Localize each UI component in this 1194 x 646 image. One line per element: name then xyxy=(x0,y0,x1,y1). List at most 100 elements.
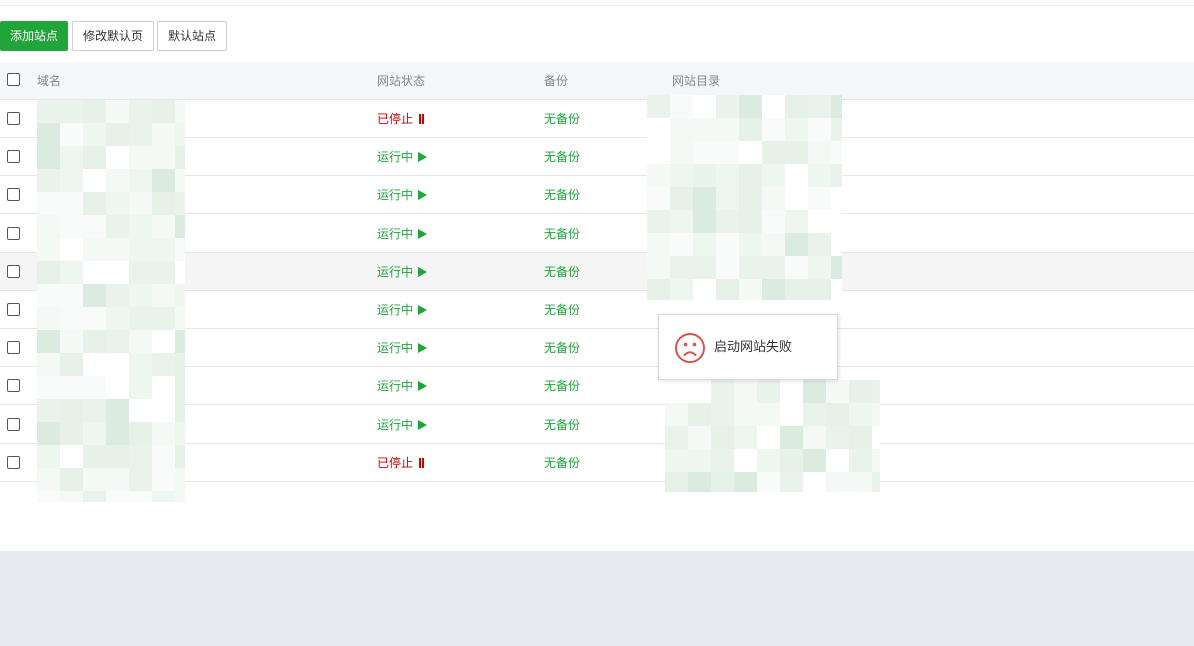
mosaic-tile xyxy=(37,238,60,261)
error-toast: 启动网站失败 xyxy=(658,314,838,380)
site-status[interactable]: 运行中 xyxy=(377,378,428,394)
mosaic-tile xyxy=(152,215,175,238)
row-checkbox[interactable] xyxy=(7,303,20,316)
mosaic-tile xyxy=(129,284,152,307)
mosaic-tile xyxy=(757,472,780,492)
mosaic-tile xyxy=(688,380,711,403)
mosaic-tile xyxy=(129,422,152,445)
mosaic-tile xyxy=(762,187,785,210)
mosaic-tile xyxy=(106,284,129,307)
backup-status[interactable]: 无备份 xyxy=(544,226,580,242)
mosaic-tile xyxy=(739,164,762,187)
mosaic-tile xyxy=(60,215,83,238)
mosaic-tile xyxy=(83,284,106,307)
mosaic-tile xyxy=(83,330,106,353)
mosaic-tile xyxy=(60,376,83,399)
sad-face-icon xyxy=(675,333,705,363)
mosaic-tile xyxy=(716,279,739,300)
backup-status[interactable]: 无备份 xyxy=(544,340,580,356)
mosaic-tile xyxy=(152,123,175,146)
mosaic-tile xyxy=(106,353,129,376)
mosaic-tile xyxy=(688,449,711,472)
site-status[interactable]: 已停止 xyxy=(377,111,425,127)
mosaic-tile xyxy=(762,210,785,233)
mosaic-tile xyxy=(129,491,152,502)
mosaic-tile xyxy=(762,95,785,118)
mosaic-tile xyxy=(780,403,803,426)
mosaic-tile xyxy=(647,210,670,233)
mosaic-tile xyxy=(872,403,880,426)
mosaic-tile xyxy=(37,491,60,502)
backup-status[interactable]: 无备份 xyxy=(544,264,580,280)
site-status[interactable]: 运行中 xyxy=(377,302,428,318)
mosaic-tile xyxy=(647,279,670,300)
mosaic-tile xyxy=(175,445,185,468)
mosaic-tile xyxy=(849,380,872,403)
site-status[interactable]: 运行中 xyxy=(377,417,428,433)
mosaic-tile xyxy=(60,100,83,123)
mosaic-tile xyxy=(849,426,872,449)
backup-status[interactable]: 无备份 xyxy=(544,302,580,318)
mosaic-tile xyxy=(739,210,762,233)
row-checkbox[interactable] xyxy=(7,379,20,393)
mosaic-tile xyxy=(106,215,129,238)
mosaic-tile xyxy=(670,187,693,210)
mosaic-tile xyxy=(872,449,880,472)
site-status[interactable]: 运行中 xyxy=(377,226,428,242)
row-checkbox[interactable] xyxy=(7,112,20,125)
row-checkbox[interactable] xyxy=(7,341,20,355)
mosaic-tile xyxy=(106,238,129,261)
row-checkbox[interactable] xyxy=(7,455,20,469)
mosaic-tile xyxy=(670,210,693,233)
backup-status[interactable]: 无备份 xyxy=(544,149,580,165)
column-header-backup[interactable]: 备份 xyxy=(544,73,568,89)
mosaic-tile xyxy=(716,233,739,256)
backup-status[interactable]: 无备份 xyxy=(544,417,580,433)
mosaic-tile xyxy=(129,169,152,192)
row-checkbox[interactable] xyxy=(7,150,20,164)
mosaic-tile xyxy=(757,403,780,426)
column-header-directory[interactable]: 网站目录 xyxy=(672,73,720,89)
backup-status[interactable]: 无备份 xyxy=(544,111,580,127)
mosaic-tile xyxy=(175,169,185,192)
site-status[interactable]: 已停止 xyxy=(377,455,425,471)
column-header-status[interactable]: 网站状态 xyxy=(377,73,425,89)
row-checkbox[interactable] xyxy=(7,226,20,240)
mosaic-tile xyxy=(670,118,693,141)
mosaic-tile xyxy=(129,146,152,169)
mosaic-tile xyxy=(826,426,849,449)
mosaic-tile xyxy=(831,233,842,256)
mosaic-tile xyxy=(175,123,185,146)
site-status[interactable]: 运行中 xyxy=(377,187,428,203)
pause-icon xyxy=(418,114,425,124)
mosaic-tile xyxy=(83,215,106,238)
play-icon xyxy=(418,266,428,277)
add-site-button[interactable]: 添加站点 xyxy=(0,21,68,51)
mosaic-tile xyxy=(808,256,831,279)
mosaic-tile xyxy=(831,95,842,118)
play-icon xyxy=(418,228,428,239)
mosaic-tile xyxy=(716,256,739,279)
mosaic-tile xyxy=(808,187,831,210)
mosaic-tile xyxy=(37,376,60,399)
row-checkbox[interactable] xyxy=(7,188,20,202)
mosaic-tile xyxy=(152,238,175,261)
mosaic-tile xyxy=(152,445,175,468)
mosaic-tile xyxy=(808,210,831,233)
select-all-checkbox[interactable] xyxy=(7,73,20,86)
mosaic-tile xyxy=(647,187,670,210)
site-status[interactable]: 运行中 xyxy=(377,149,428,165)
row-checkbox[interactable] xyxy=(7,264,20,278)
mosaic-tile xyxy=(665,472,688,492)
edit-default-page-button[interactable]: 修改默认页 xyxy=(72,21,154,51)
backup-status[interactable]: 无备份 xyxy=(544,378,580,394)
backup-status[interactable]: 无备份 xyxy=(544,187,580,203)
site-status[interactable]: 运行中 xyxy=(377,264,428,280)
site-status[interactable]: 运行中 xyxy=(377,340,428,356)
default-site-button[interactable]: 默认站点 xyxy=(157,21,227,51)
column-header-domain[interactable]: 域名 xyxy=(37,73,61,89)
mosaic-tile xyxy=(734,380,757,403)
backup-status[interactable]: 无备份 xyxy=(544,455,580,471)
row-checkbox[interactable] xyxy=(7,417,20,431)
mosaic-tile xyxy=(734,449,757,472)
